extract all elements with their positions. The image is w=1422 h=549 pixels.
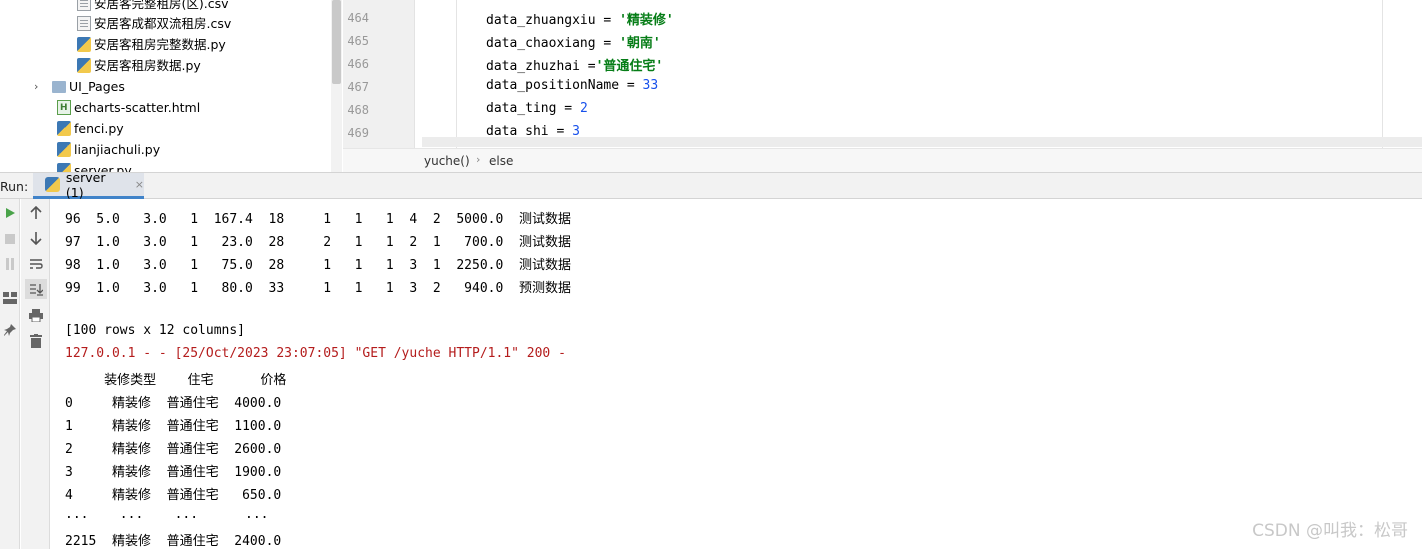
python-icon [45, 177, 60, 192]
code-editor[interactable]: 464 465 466 467 468 469 data_zhuangxiu =… [343, 0, 1422, 148]
tree-item-py-1[interactable]: 安居客租房完整数据.py [77, 34, 226, 55]
tree-item-lianjiachuli[interactable]: lianjiachuli.py [57, 139, 160, 160]
tree-item-csv-1[interactable]: 安居客完整租房(区).csv [77, 0, 229, 14]
line-number: 465 [347, 34, 369, 48]
code-line[interactable]: data_zhuzhai ='普通住宅' [486, 55, 663, 74]
console-line: 96 5.0 3.0 1 167.4 18 1 1 1 4 2 5000.0 测… [65, 212, 571, 227]
console-output[interactable]: 96 5.0 3.0 1 167.4 18 1 1 1 4 2 5000.0 测… [51, 199, 1422, 549]
line-number: 468 [347, 103, 369, 117]
chevron-right-icon[interactable]: › [34, 76, 48, 97]
console-line: 装修类型 住宅 价格 [65, 373, 287, 388]
console-log-line[interactable]: 127.0.0.1 - - [25/Oct/2023 23:07:05] "GE… [65, 346, 566, 361]
print-icon[interactable] [25, 305, 47, 325]
project-tree-panel: 安居客完整租房(区).csv 安居客成都双流租房.csv 安居客租房完整数据.p… [0, 0, 343, 172]
line-number: 469 [347, 126, 369, 140]
console-line: 98 1.0 3.0 1 75.0 28 1 1 1 3 1 2250.0 测试… [65, 258, 571, 273]
code-line[interactable]: data_zhuangxiu = '精装修' [486, 9, 674, 28]
console-line: 3 精装修 普通住宅 1900.0 [65, 465, 282, 480]
code-line[interactable]: data_chaoxiang = '朝南' [486, 32, 661, 51]
rerun-icon[interactable] [0, 203, 20, 223]
breadcrumb: yuche() › else [343, 148, 1422, 172]
console-line: 2 精装修 普通住宅 2600.0 [65, 442, 282, 457]
code-line[interactable]: data_positionName = 33 [486, 78, 658, 93]
trash-icon[interactable] [25, 331, 47, 351]
arrow-down-icon[interactable] [25, 228, 47, 248]
console-line: 97 1.0 3.0 1 23.0 28 2 1 1 2 1 700.0 测试数… [65, 235, 571, 250]
layout-icon[interactable] [0, 288, 20, 308]
editor-horizontal-scrollbar[interactable] [422, 137, 1422, 147]
line-number: 464 [347, 11, 369, 25]
tree-item-fenci[interactable]: fenci.py [57, 118, 124, 139]
right-margin-guide [1382, 0, 1383, 148]
html-file-icon [57, 98, 71, 119]
indent-guide [456, 0, 457, 148]
console-line: 99 1.0 3.0 1 80.0 33 1 1 1 3 2 940.0 预测数… [65, 281, 571, 296]
tab-run-server[interactable]: server (1) × [33, 169, 144, 200]
console-line: 4 精装修 普通住宅 650.0 [65, 488, 282, 503]
soft-wrap-icon[interactable] [25, 254, 47, 274]
console-line: 1 精装修 普通住宅 1100.0 [65, 419, 282, 434]
console-line: [100 rows x 12 columns] [65, 323, 246, 338]
tree-scrollbar-thumb[interactable] [332, 0, 341, 84]
run-toolbar-secondary [21, 199, 50, 549]
stop-icon[interactable] [0, 229, 20, 249]
scroll-to-end-icon[interactable] [25, 279, 47, 299]
watermark: CSDN @叫我：松哥 [1252, 521, 1408, 541]
breadcrumb-item-function[interactable]: yuche() [424, 154, 470, 168]
line-number-gutter: 464 465 466 467 468 469 [343, 0, 415, 148]
close-icon[interactable]: × [135, 178, 144, 191]
run-label: Run: [0, 179, 29, 194]
tree-item-folder-ui-pages[interactable]: › UI_Pages [34, 76, 125, 97]
csv-file-icon [77, 16, 91, 31]
chevron-right-icon: › [476, 153, 481, 166]
python-file-icon [77, 37, 91, 52]
python-file-icon [57, 142, 71, 157]
console-line: ... ... ... ... [65, 507, 269, 522]
run-tab-label: server (1) [65, 169, 106, 200]
csv-file-icon [77, 0, 91, 11]
python-file-icon [77, 58, 91, 73]
run-tool-header: Run: server (1) × [0, 169, 1422, 200]
tree-item-csv-2[interactable]: 安居客成都双流租房.csv [77, 13, 231, 34]
line-number: 466 [347, 57, 369, 71]
pin-icon[interactable] [0, 320, 20, 340]
run-toolbar-primary [0, 199, 20, 549]
console-line: 2215 精装修 普通住宅 2400.0 [65, 534, 282, 549]
line-number: 467 [347, 80, 369, 94]
tree-item-html[interactable]: echarts-scatter.html [57, 97, 200, 119]
breadcrumb-item-else[interactable]: else [489, 154, 513, 168]
folder-icon [52, 80, 66, 93]
console-line: 0 精装修 普通住宅 4000.0 [65, 396, 282, 411]
code-line[interactable]: data_ting = 2 [486, 101, 588, 116]
arrow-up-icon[interactable] [25, 203, 47, 223]
tree-item-py-2[interactable]: 安居客租房数据.py [77, 55, 201, 76]
pause-icon[interactable] [0, 254, 20, 274]
python-file-icon [57, 121, 71, 136]
